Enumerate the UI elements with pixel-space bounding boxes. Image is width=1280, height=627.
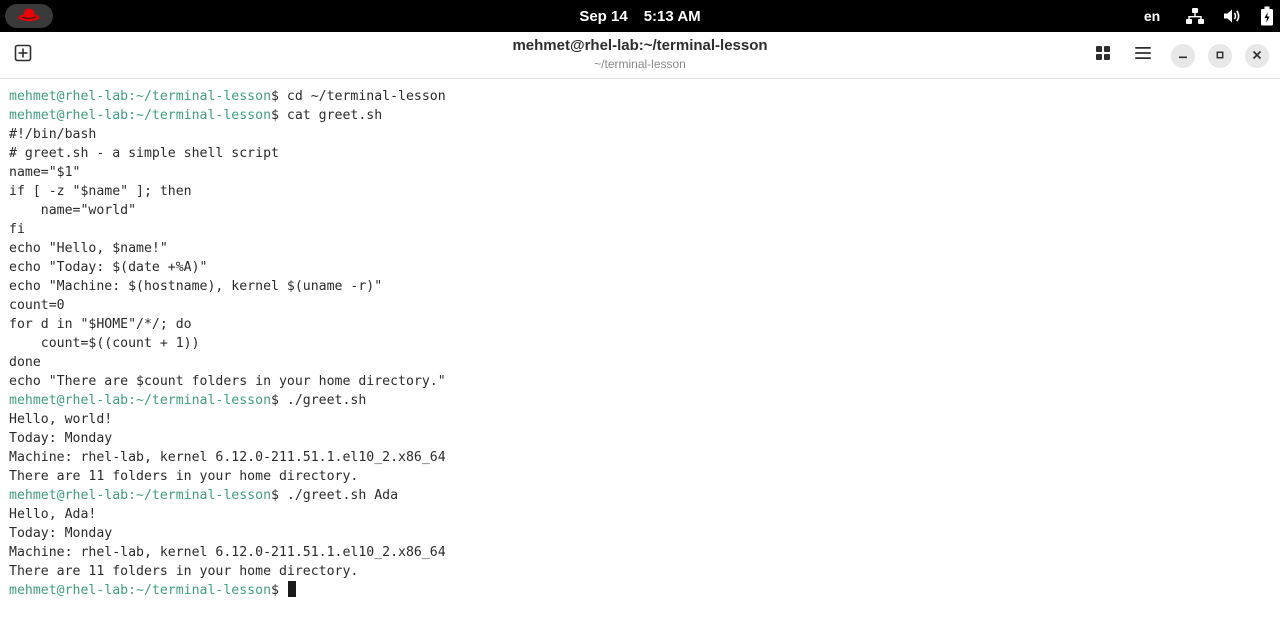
terminal-output-line: if [ -z "$name" ]; then — [9, 182, 446, 201]
terminal-command-line: mehmet@rhel-lab:~/terminal-lesson$ ./gre… — [9, 486, 446, 505]
system-status-area[interactable] — [1186, 4, 1274, 28]
shell-prompt: mehmet@rhel-lab:~/terminal-lesson — [9, 583, 272, 598]
terminal-output-line: Today: Monday — [9, 429, 446, 448]
minimize-icon — [1178, 47, 1188, 65]
output-text: Today: Monday — [9, 431, 113, 446]
terminal-output-line: echo "Machine: $(hostname), kernel $(una… — [9, 277, 446, 296]
shell-prompt: mehmet@rhel-lab:~/terminal-lesson — [9, 393, 272, 408]
close-button[interactable] — [1245, 44, 1269, 68]
terminal-view[interactable]: mehmet@rhel-lab:~/terminal-lesson$ cd ~/… — [0, 79, 1280, 627]
minimize-button[interactable] — [1171, 44, 1195, 68]
activities-button[interactable] — [5, 4, 53, 28]
close-icon — [1252, 47, 1262, 65]
terminal-output-line: Hello, Ada! — [9, 505, 446, 524]
output-text: There are 11 folders in your home direct… — [9, 469, 359, 484]
terminal-output-line: There are 11 folders in your home direct… — [9, 467, 446, 486]
command-text: $ cd ~/terminal-lesson — [271, 89, 446, 104]
clock-date[interactable]: Sep 14 — [579, 8, 627, 25]
terminal-output: mehmet@rhel-lab:~/terminal-lesson$ cd ~/… — [9, 87, 446, 600]
terminal-output-line: echo "There are $count folders in your h… — [9, 372, 446, 391]
terminal-output-line: #!/bin/bash — [9, 125, 446, 144]
clock: Sep 14 5:13 AM — [0, 0, 1280, 32]
terminal-output-line: echo "Today: $(date +%A)" — [9, 258, 446, 277]
window-titles: mehmet@rhel-lab:~/terminal-lesson ~/term… — [340, 37, 940, 72]
output-text: # greet.sh - a simple shell script — [9, 146, 279, 161]
shell-prompt: mehmet@rhel-lab:~/terminal-lesson — [9, 108, 272, 123]
keyboard-language-indicator[interactable]: en — [1138, 0, 1166, 32]
terminal-output-line: fi — [9, 220, 446, 239]
terminal-output-line: Machine: rhel-lab, kernel 6.12.0-211.51.… — [9, 543, 446, 562]
output-text: count=$((count + 1)) — [9, 336, 200, 351]
terminal-output-line: echo "Hello, $name!" — [9, 239, 446, 258]
terminal-output-line: done — [9, 353, 446, 372]
command-text: $ cat greet.sh — [271, 108, 383, 123]
network-icon — [1186, 7, 1204, 25]
tab-overview-icon — [1095, 45, 1111, 66]
clock-time[interactable]: 5:13 AM — [644, 8, 701, 25]
output-text: for d in "$HOME"/*/; do — [9, 317, 192, 332]
terminal-output-line: name="$1" — [9, 163, 446, 182]
menu-icon — [1135, 46, 1151, 65]
tab-overview-button[interactable] — [1090, 41, 1116, 69]
output-text: if [ -z "$name" ]; then — [9, 184, 192, 199]
output-text: Hello, Ada! — [9, 507, 97, 522]
new-tab-button[interactable] — [9, 41, 37, 69]
output-text: fi — [9, 222, 25, 237]
output-text: name="$1" — [9, 165, 81, 180]
new-tab-icon — [14, 44, 32, 67]
output-text: done — [9, 355, 41, 370]
terminal-output-line: Today: Monday — [9, 524, 446, 543]
output-text: count=0 — [9, 298, 65, 313]
output-text: Machine: rhel-lab, kernel 6.12.0-211.51.… — [9, 450, 446, 465]
redhat-logo-icon — [18, 6, 40, 27]
output-text: echo "Hello, $name!" — [9, 241, 168, 256]
output-text: Machine: rhel-lab, kernel 6.12.0-211.51.… — [9, 545, 446, 560]
volume-icon — [1223, 7, 1241, 25]
command-text: $ ./greet.sh — [271, 393, 367, 408]
command-text: $ ./greet.sh Ada — [271, 488, 399, 503]
battery-icon — [1260, 6, 1274, 26]
maximize-button[interactable] — [1208, 44, 1232, 68]
terminal-output-line: name="world" — [9, 201, 446, 220]
output-text: echo "There are $count folders in your h… — [9, 374, 446, 389]
window-title: mehmet@rhel-lab:~/terminal-lesson — [512, 37, 768, 54]
shell-prompt: mehmet@rhel-lab:~/terminal-lesson — [9, 89, 272, 104]
window-subtitle: ~/terminal-lesson — [594, 57, 686, 71]
maximize-icon — [1215, 47, 1225, 65]
terminal-output-line: count=$((count + 1)) — [9, 334, 446, 353]
terminal-command-line: mehmet@rhel-lab:~/terminal-lesson$ — [9, 581, 446, 600]
output-text: echo "Machine: $(hostname), kernel $(una… — [9, 279, 383, 294]
terminal-output-line: # greet.sh - a simple shell script — [9, 144, 446, 163]
output-text: Hello, world! — [9, 412, 113, 427]
terminal-output-line: There are 11 folders in your home direct… — [9, 562, 446, 581]
command-text: $ — [271, 583, 287, 598]
terminal-output-line: Hello, world! — [9, 410, 446, 429]
terminal-command-line: mehmet@rhel-lab:~/terminal-lesson$ cat g… — [9, 106, 446, 125]
window-header-bar: mehmet@rhel-lab:~/terminal-lesson ~/term… — [0, 32, 1280, 79]
terminal-command-line: mehmet@rhel-lab:~/terminal-lesson$ cd ~/… — [9, 87, 446, 106]
top-bar: Sep 14 5:13 AM en — [0, 0, 1280, 32]
output-text: Today: Monday — [9, 526, 113, 541]
output-text: echo "Today: $(date +%A)" — [9, 260, 208, 275]
output-text: There are 11 folders in your home direct… — [9, 564, 359, 579]
text-cursor — [287, 581, 296, 597]
terminal-output-line: Machine: rhel-lab, kernel 6.12.0-211.51.… — [9, 448, 446, 467]
main-menu-button[interactable] — [1130, 41, 1156, 69]
terminal-output-line: count=0 — [9, 296, 446, 315]
output-text: name="world" — [9, 203, 137, 218]
shell-prompt: mehmet@rhel-lab:~/terminal-lesson — [9, 488, 272, 503]
terminal-command-line: mehmet@rhel-lab:~/terminal-lesson$ ./gre… — [9, 391, 446, 410]
terminal-output-line: for d in "$HOME"/*/; do — [9, 315, 446, 334]
output-text: #!/bin/bash — [9, 127, 97, 142]
